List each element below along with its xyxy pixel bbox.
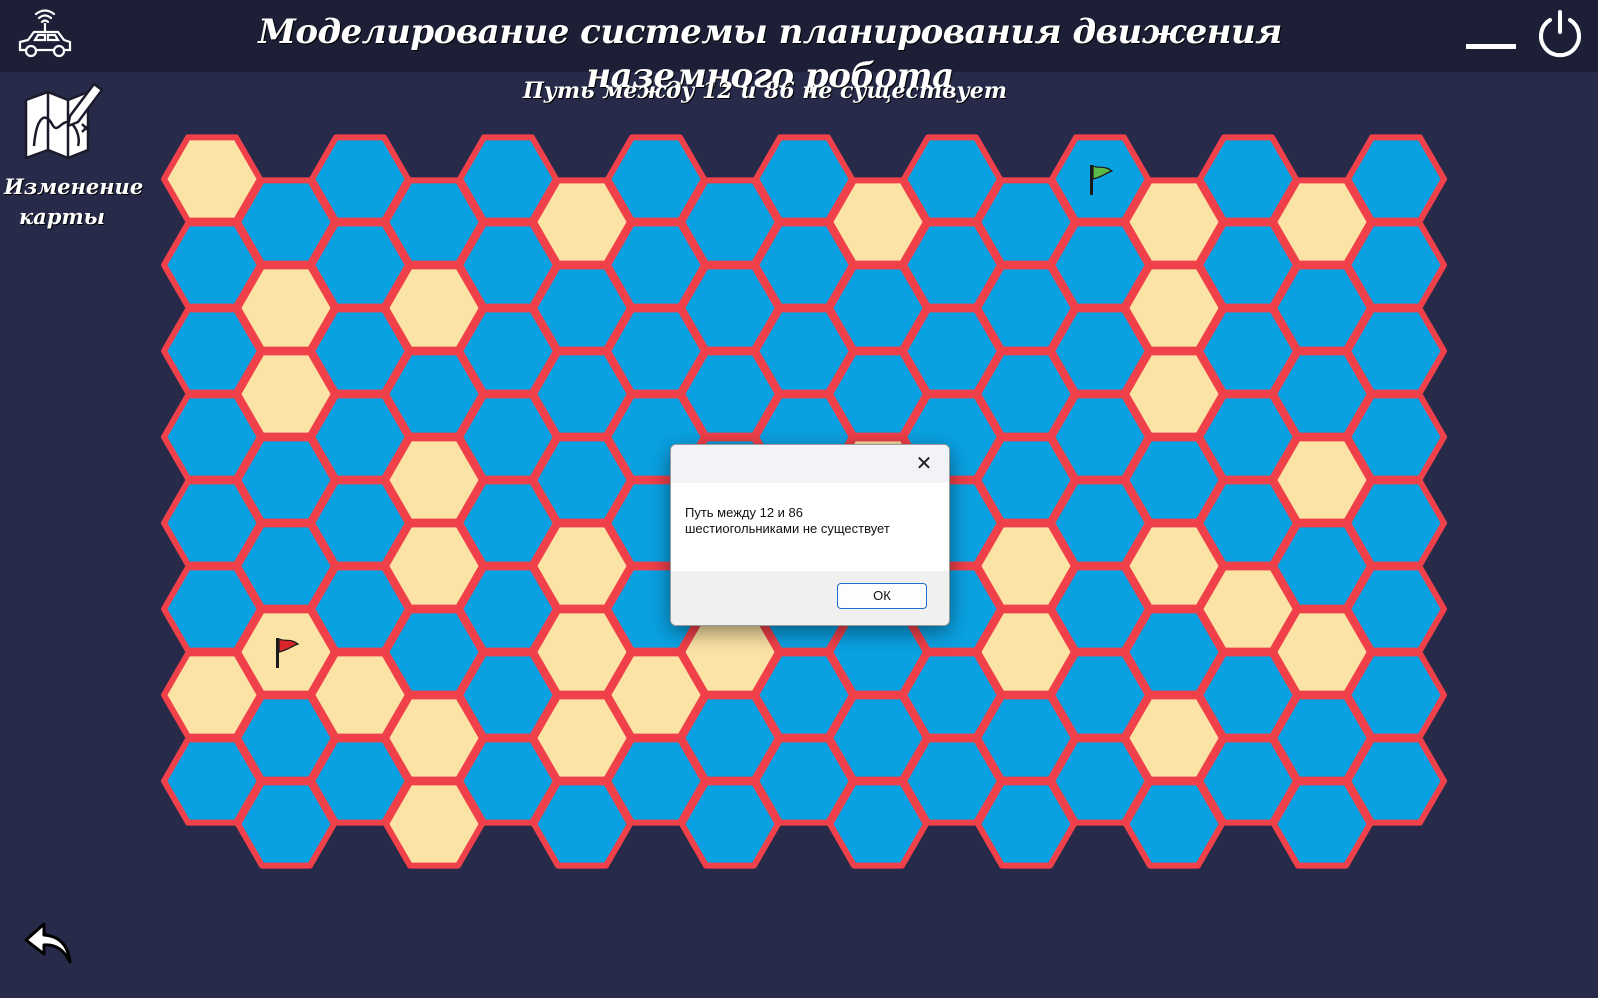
hex-cell[interactable] <box>1345 650 1447 740</box>
back-arrow-icon <box>24 922 72 964</box>
dialog-message: Путь между 12 и 86 шестиогольниками не с… <box>685 505 939 537</box>
hex-cell[interactable] <box>1345 392 1447 482</box>
hex-cell[interactable] <box>1345 564 1447 654</box>
app-window: Моделирование системы планирования движе… <box>0 0 1598 998</box>
hex-cell[interactable] <box>1345 478 1447 568</box>
dialog-body: Путь между 12 и 86 шестиогольниками не с… <box>671 483 949 571</box>
dialog-message-line1: Путь между 12 и 86 <box>685 505 804 520</box>
hex-cell[interactable] <box>1345 736 1447 826</box>
ok-button[interactable]: ОК <box>837 583 927 609</box>
dialog-close-button[interactable]: ✕ <box>901 445 947 483</box>
hex-cell[interactable] <box>1345 220 1447 310</box>
back-button[interactable] <box>22 920 74 966</box>
dialog-footer: ОК <box>671 571 949 625</box>
message-dialog: ✕ Путь между 12 и 86 шестиогольниками не… <box>670 444 950 626</box>
hex-cell[interactable] <box>1345 134 1447 224</box>
dialog-titlebar: ✕ <box>671 445 949 483</box>
close-icon: ✕ <box>915 453 933 475</box>
dialog-message-line2: шестиогольниками не существует <box>685 521 890 536</box>
hex-cell[interactable] <box>1345 306 1447 396</box>
